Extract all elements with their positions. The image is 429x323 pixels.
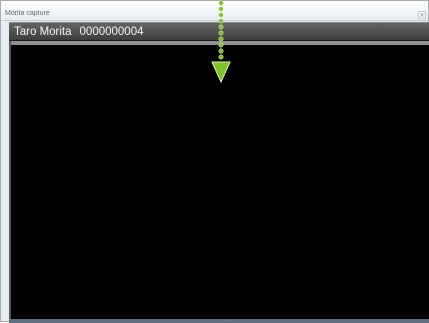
patient-label: Taro Morita 0000000004 — [14, 25, 144, 39]
bottom-resize-bar[interactable]: ··· — [9, 319, 429, 323]
dotted-arrow-down-icon — [211, 0, 231, 84]
close-icon[interactable]: × — [418, 11, 426, 19]
patient-name: Taro Morita — [14, 26, 72, 38]
capture-viewport[interactable] — [11, 45, 429, 319]
patient-id: 0000000004 — [79, 26, 144, 38]
window-title: Morita capture — [5, 10, 50, 17]
